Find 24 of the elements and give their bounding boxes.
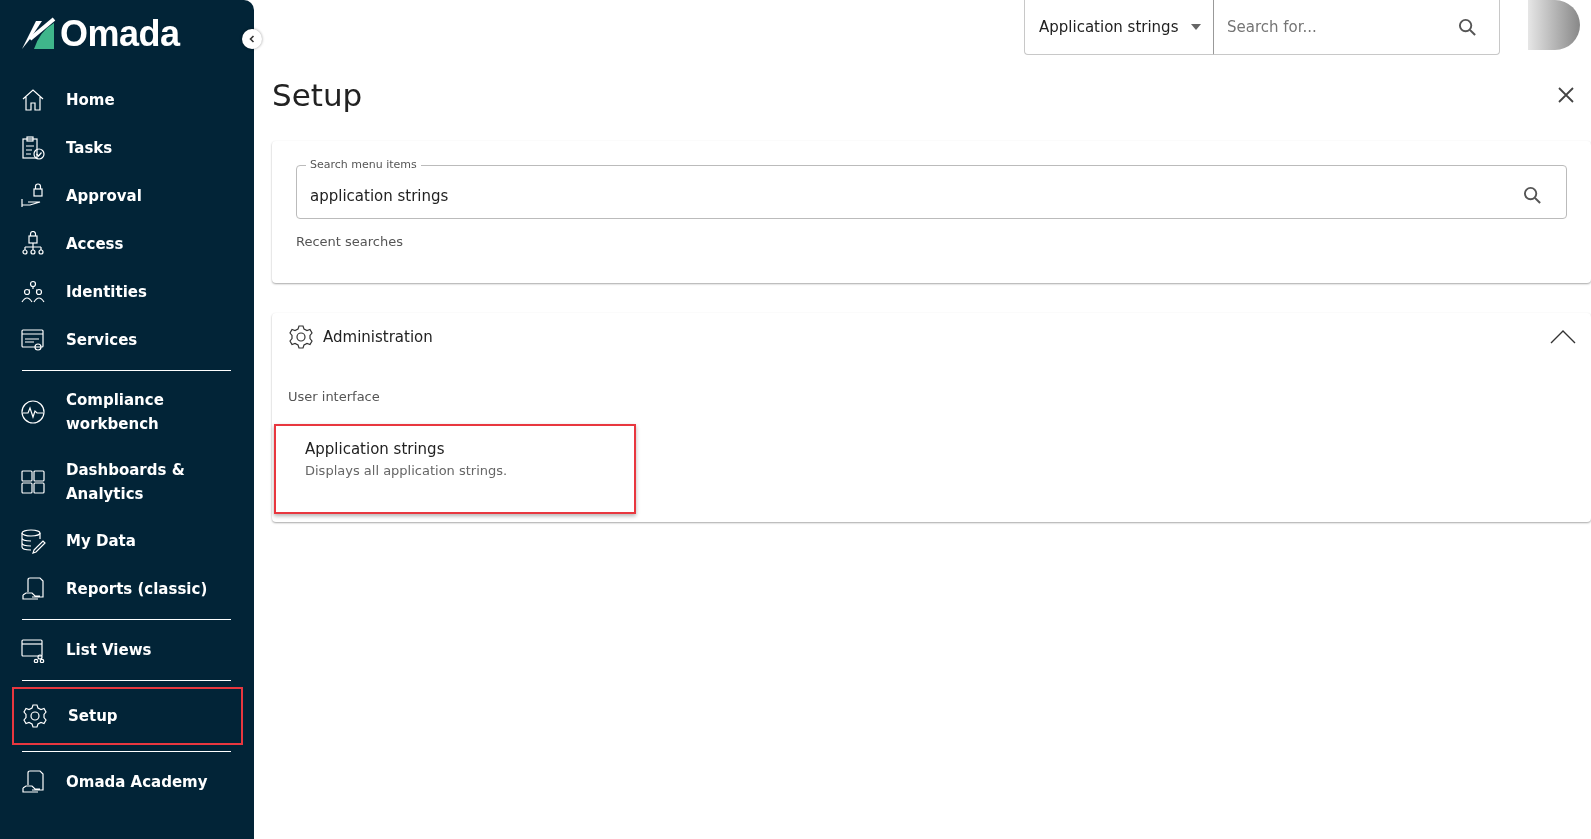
nav-item[interactable]: Compliance workbench bbox=[20, 377, 231, 447]
nav-item[interactable]: My Data bbox=[20, 517, 231, 565]
recent-searches-label: Recent searches bbox=[296, 234, 404, 249]
field-label: Search menu items bbox=[309, 157, 418, 173]
page-title: Setup bbox=[272, 77, 363, 113]
nav-item[interactable]: List Views bbox=[20, 626, 231, 674]
nav-item[interactable]: Approval bbox=[20, 172, 231, 220]
result-item[interactable]: Application strings Displays all application strings. bbox=[274, 424, 636, 514]
nav-item[interactable]: Omada Academy bbox=[20, 758, 231, 806]
scope-dropdown[interactable]: Application strings bbox=[1024, 0, 1214, 55]
nav-item[interactable]: Dashboards & Analytics bbox=[20, 447, 231, 517]
group-label: User interface bbox=[288, 389, 381, 404]
nav-item[interactable]: Access bbox=[20, 220, 231, 268]
section-title: Administration bbox=[323, 328, 434, 346]
nav-item[interactable]: Home bbox=[20, 76, 231, 124]
search-box[interactable]: Search for... bbox=[1214, 0, 1500, 55]
logo-text: Omada bbox=[60, 13, 180, 55]
nav-item[interactable]: Tasks bbox=[20, 124, 231, 172]
menu-search-field[interactable]: application strings bbox=[310, 173, 1523, 218]
nav-item[interactable]: Reports (classic) bbox=[20, 565, 231, 613]
menu-search-box[interactable]: Search menu items application strings bbox=[296, 157, 1567, 219]
nav-item[interactable]: Setup bbox=[12, 687, 243, 745]
nav-item[interactable]: Services bbox=[20, 316, 231, 364]
nav-item[interactable]: Identities bbox=[20, 268, 231, 316]
